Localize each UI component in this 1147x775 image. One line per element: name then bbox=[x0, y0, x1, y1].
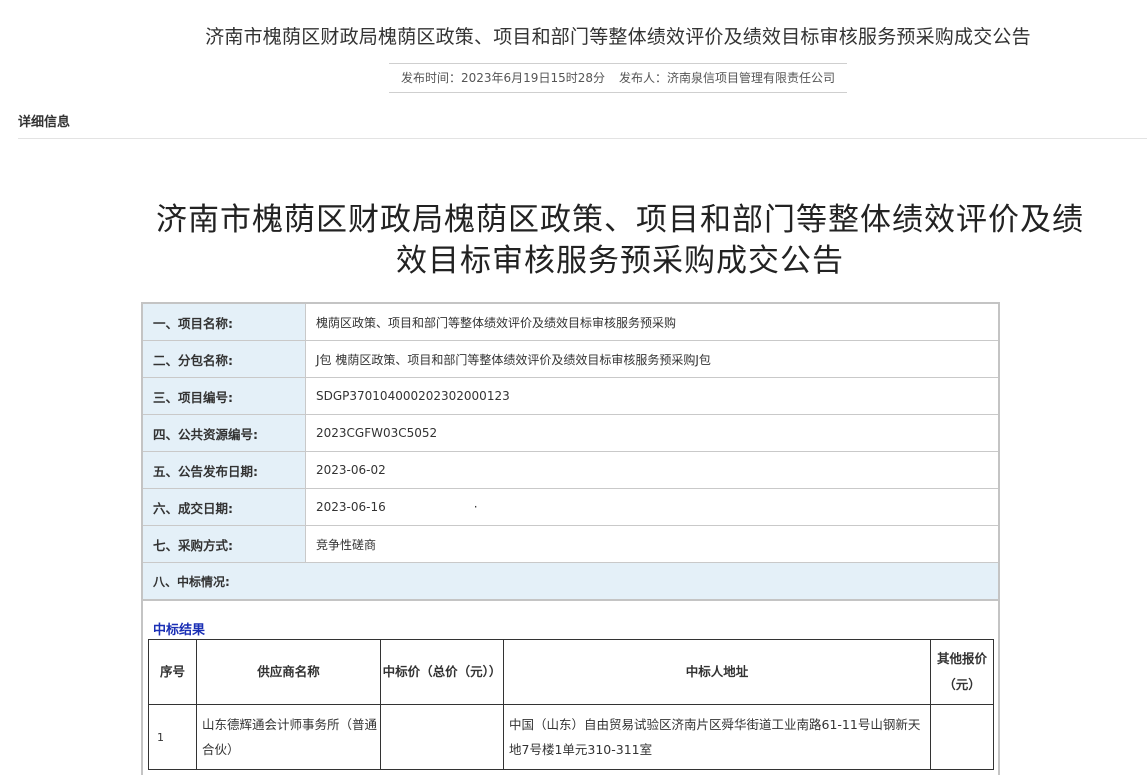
info-row-project-name: 一、项目名称: 槐荫区政策、项目和部门等整体绩效评价及绩效目标审核服务预采购 bbox=[141, 302, 1000, 341]
table-row: 1 山东德辉通会计师事务所（普通合伙） 中国（山东）自由贸易试验区济南片区舜华街… bbox=[148, 704, 994, 770]
info-value: 2023-06-02 bbox=[305, 451, 1000, 489]
info-row-award-heading: 八、中标情况: bbox=[141, 562, 1000, 601]
page-title: 济南市槐荫区财政局槐荫区政策、项目和部门等整体绩效评价及绩效目标审核服务预采购成… bbox=[205, 26, 1031, 48]
publish-time: 发布时间：2023年6月19日15时28分 bbox=[401, 71, 605, 85]
info-label: 四、公共资源编号: bbox=[141, 414, 306, 452]
publisher: 发布人：济南泉信项目管理有限责任公司 bbox=[618, 71, 835, 85]
award-result-section: 中标结果 序号 供应商名称 中标价（总价（元）） 中标人地址 其他报价（元） 1… bbox=[141, 599, 1000, 775]
document-title-line-1: 济南市槐荫区财政局槐荫区政策、项目和部门等整体绩效评价及绩 bbox=[156, 202, 1084, 238]
result-title: 中标结果 bbox=[153, 623, 206, 638]
info-row-package-name: 二、分包名称: J包 槐荫区政策、项目和部门等整体绩效评价及绩效目标审核服务预采… bbox=[141, 340, 1000, 378]
info-value: 竞争性磋商 bbox=[305, 525, 1000, 563]
section-heading: 详细信息 bbox=[18, 115, 71, 130]
header-price: 中标价（总价（元）） bbox=[380, 639, 504, 705]
info-row-resource-number: 四、公共资源编号: 2023CGFW03C5052 bbox=[141, 414, 1000, 452]
info-label: 六、成交日期: bbox=[141, 488, 306, 526]
header-address: 中标人地址 bbox=[503, 639, 931, 705]
info-label: 七、采购方式: bbox=[141, 525, 306, 563]
deal-date-value: 2023-06-16 bbox=[316, 500, 386, 514]
result-table: 序号 供应商名称 中标价（总价（元）） 中标人地址 其他报价（元） 1 山东德辉… bbox=[148, 639, 994, 770]
info-label: 二、分包名称: bbox=[141, 340, 306, 378]
info-value: SDGP370104000202302000123 bbox=[305, 377, 1000, 415]
info-row-project-number: 三、项目编号: SDGP370104000202302000123 bbox=[141, 377, 1000, 415]
info-row-procurement-method: 七、采购方式: 竞争性磋商 bbox=[141, 525, 1000, 563]
project-info-table: 一、项目名称: 槐荫区政策、项目和部门等整体绩效评价及绩效目标审核服务预采购 二… bbox=[141, 302, 1000, 601]
header-seq: 序号 bbox=[148, 639, 197, 705]
info-row-deal-date: 六、成交日期: 2023-06-16 · bbox=[141, 488, 1000, 526]
info-value: J包 槐荫区政策、项目和部门等整体绩效评价及绩效目标审核服务预采购J包 bbox=[305, 340, 1000, 378]
info-row-publish-date: 五、公告发布日期: 2023-06-02 bbox=[141, 451, 1000, 489]
stray-dot: · bbox=[473, 500, 478, 514]
cell-price bbox=[380, 704, 504, 770]
info-value: 2023CGFW03C5052 bbox=[305, 414, 1000, 452]
cell-other-price bbox=[930, 704, 994, 770]
cell-seq: 1 bbox=[148, 704, 197, 770]
award-heading: 八、中标情况: bbox=[141, 562, 1000, 601]
info-label: 五、公告发布日期: bbox=[141, 451, 306, 489]
info-value: 槐荫区政策、项目和部门等整体绩效评价及绩效目标审核服务预采购 bbox=[305, 302, 1000, 341]
info-label: 三、项目编号: bbox=[141, 377, 306, 415]
header-supplier: 供应商名称 bbox=[196, 639, 381, 705]
cell-address: 中国（山东）自由贸易试验区济南片区舜华街道工业南路61-11号山钢新天地7号楼1… bbox=[503, 704, 931, 770]
info-label: 一、项目名称: bbox=[141, 302, 306, 341]
section-divider bbox=[18, 138, 1147, 139]
header-other-price: 其他报价（元） bbox=[930, 639, 994, 705]
info-value: 2023-06-16 · bbox=[305, 488, 1000, 526]
cell-supplier: 山东德辉通会计师事务所（普通合伙） bbox=[196, 704, 381, 770]
document-title: 济南市槐荫区财政局槐荫区政策、项目和部门等整体绩效评价及绩 效目标审核服务预采购… bbox=[120, 200, 1120, 282]
publish-meta: 发布时间：2023年6月19日15时28分 发布人：济南泉信项目管理有限责任公司 bbox=[389, 63, 847, 93]
document-title-line-2: 效目标审核服务预采购成交公告 bbox=[396, 243, 844, 279]
result-header-row: 序号 供应商名称 中标价（总价（元）） 中标人地址 其他报价（元） bbox=[148, 639, 994, 705]
